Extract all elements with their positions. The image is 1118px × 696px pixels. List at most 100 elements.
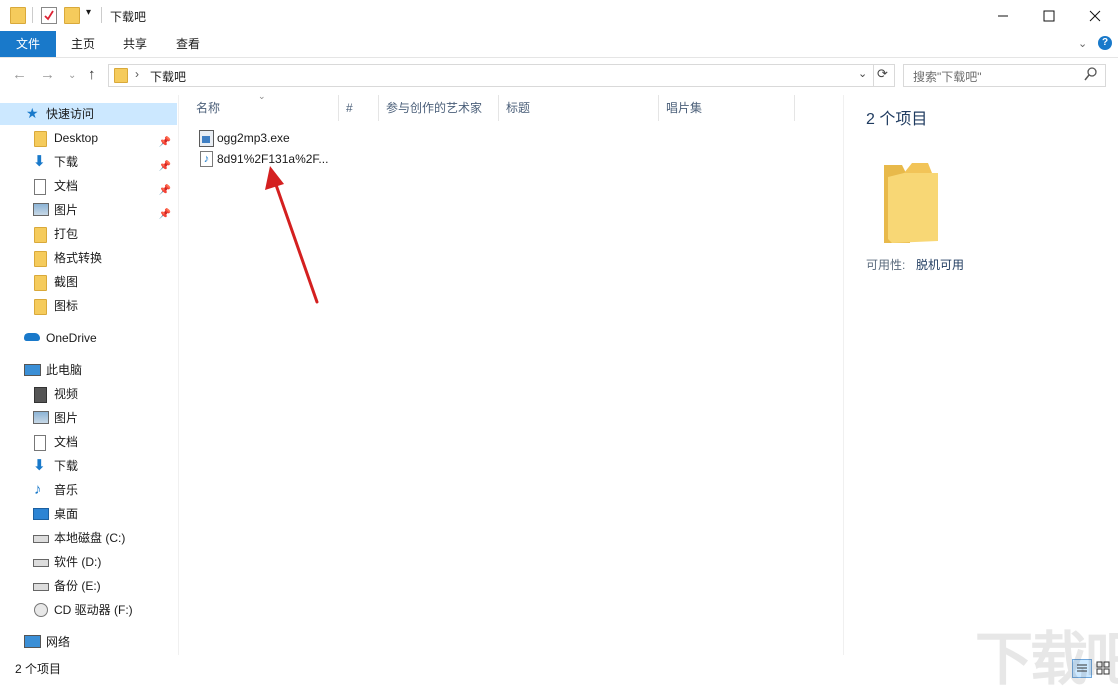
sidebar-item-label: 备份 (E:) — [54, 579, 101, 593]
refresh-icon[interactable]: ⟳ — [877, 66, 888, 82]
sidebar-item-folder[interactable]: 打包 — [0, 223, 177, 245]
video-icon — [34, 387, 47, 403]
forward-icon[interactable]: → — [40, 66, 55, 83]
column-divider[interactable] — [794, 95, 795, 121]
column-divider[interactable] — [658, 95, 659, 121]
recent-dropdown-icon[interactable]: ⌄ — [68, 70, 76, 81]
file-row-exe[interactable]: ogg2mp3.exe — [196, 128, 338, 148]
search-icon[interactable] — [1084, 66, 1098, 85]
up-icon[interactable]: ↑ — [88, 66, 96, 83]
expand-ribbon-icon[interactable]: ⌄ — [1078, 37, 1087, 50]
qat-dropdown-icon[interactable]: ▾ — [86, 7, 91, 18]
sidebar-item-drive-d[interactable]: 软件 (D:) — [0, 551, 177, 573]
tab-home[interactable]: 主页 — [60, 31, 106, 57]
folder-icon — [34, 251, 47, 267]
column-divider[interactable] — [378, 95, 379, 121]
picture-icon — [33, 411, 49, 424]
audio-file-icon: ♪ — [200, 151, 213, 167]
column-header-title[interactable]: 标题 — [506, 95, 530, 121]
sidebar-item-label: 格式转换 — [54, 251, 103, 265]
breadcrumb-current[interactable]: 下载吧 — [150, 68, 186, 85]
column-header-album[interactable]: 唱片集 — [666, 95, 702, 121]
sidebar-item-drive-f[interactable]: CD 驱动器 (F:) — [0, 599, 177, 621]
column-header-name[interactable]: 名称 — [196, 95, 220, 121]
sidebar-item-quick-access[interactable]: ★ 快速访问 — [0, 103, 177, 125]
folder-icon — [34, 131, 47, 147]
sidebar-item-label: Desktop — [54, 131, 99, 145]
sidebar-item-label: 图标 — [54, 299, 79, 313]
sidebar-item-downloads[interactable]: ⬇ 下载 — [0, 455, 177, 477]
column-divider[interactable] — [498, 95, 499, 121]
divider — [873, 65, 874, 86]
address-bar[interactable]: › 下载吧 ⌄ ⟳ — [108, 64, 895, 87]
window-title: 下载吧 — [110, 10, 147, 24]
sidebar-item-label: 下载 — [54, 155, 79, 169]
watermark: 下载吧 — [975, 625, 1118, 693]
sidebar-item-label: 网络 — [46, 635, 71, 649]
sidebar-item-documents[interactable]: 文档 — [0, 431, 177, 453]
column-header-number[interactable]: # — [346, 95, 353, 121]
column-header-artist[interactable]: 参与创作的艺术家 — [386, 95, 482, 121]
exe-icon — [199, 130, 214, 147]
sidebar-item-videos[interactable]: 视频 — [0, 383, 177, 405]
sidebar-item-downloads[interactable]: ⬇ 下载 📌 — [0, 151, 177, 173]
search-input[interactable]: 搜索"下载吧" — [913, 68, 982, 85]
search-box[interactable]: 搜索"下载吧" — [903, 64, 1106, 87]
sidebar-item-folder[interactable]: 图标 — [0, 295, 177, 317]
address-dropdown-icon[interactable]: ⌄ — [858, 67, 867, 80]
sidebar-item-pictures[interactable]: 图片 — [0, 407, 177, 429]
drive-icon — [33, 583, 49, 591]
sidebar-item-label: 图片 — [54, 203, 79, 217]
properties-icon[interactable] — [41, 7, 57, 24]
tab-share[interactable]: 共享 — [112, 31, 158, 57]
tab-file[interactable]: 文件 — [0, 31, 56, 57]
new-folder-icon[interactable] — [64, 7, 80, 24]
sidebar-item-label: 打包 — [54, 227, 79, 241]
sidebar-item-desktop[interactable]: 桌面 — [0, 503, 177, 525]
cloud-icon — [24, 333, 40, 341]
minimize-button[interactable] — [980, 0, 1026, 31]
file-name: ogg2mp3.exe — [217, 131, 290, 145]
download-icon: ⬇ — [33, 457, 46, 474]
sidebar-item-pictures[interactable]: 图片 📌 — [0, 199, 177, 221]
close-button[interactable] — [1072, 0, 1118, 31]
maximize-button[interactable] — [1026, 0, 1072, 31]
arrow-head — [265, 166, 284, 190]
sidebar-item-this-pc[interactable]: 此电脑 — [0, 359, 177, 381]
sidebar-item-drive-e[interactable]: 备份 (E:) — [0, 575, 177, 597]
help-icon[interactable]: ? — [1098, 36, 1112, 50]
sidebar-item-folder[interactable]: 格式转换 — [0, 247, 177, 269]
sidebar-item-label: 截图 — [54, 275, 79, 289]
sidebar-item-label: 下载 — [54, 459, 79, 473]
drive-icon — [33, 559, 49, 567]
folder-icon — [34, 275, 47, 291]
sidebar-item-label: 此电脑 — [46, 363, 83, 377]
sidebar-item-folder[interactable]: 截图 — [0, 271, 177, 293]
availability-label: 可用性: — [866, 258, 906, 272]
separator — [101, 7, 102, 23]
document-icon — [34, 179, 46, 195]
cd-drive-icon — [34, 603, 48, 617]
music-note-icon: ♪ — [34, 481, 42, 498]
sidebar-item-network[interactable]: 网络 — [0, 631, 177, 653]
desktop-icon — [33, 508, 49, 520]
availability-value: 脱机可用 — [916, 258, 965, 272]
back-icon[interactable]: ← — [12, 66, 27, 83]
sidebar-item-label: 快速访问 — [46, 107, 95, 121]
sidebar-item-documents[interactable]: 文档 📌 — [0, 175, 177, 197]
sidebar-item-label: 图片 — [54, 411, 79, 425]
sidebar-item-drive-c[interactable]: 本地磁盘 (C:) — [0, 527, 177, 549]
sidebar-item-label: 软件 (D:) — [54, 555, 102, 569]
column-divider[interactable] — [338, 95, 339, 121]
sidebar-item-onedrive[interactable]: OneDrive — [0, 327, 177, 349]
download-icon: ⬇ — [33, 153, 46, 170]
tab-view[interactable]: 查看 — [165, 31, 211, 57]
sidebar-item-label: CD 驱动器 (F:) — [54, 603, 133, 617]
folder-icon — [34, 299, 47, 315]
network-icon — [24, 635, 41, 648]
picture-icon — [33, 203, 49, 216]
sidebar-item-music[interactable]: ♪ 音乐 — [0, 479, 177, 501]
ribbon-tabs: 文件 主页 共享 查看 ⌄ ? — [0, 31, 1118, 58]
sidebar-item-desktop[interactable]: Desktop 📌 — [0, 127, 177, 149]
breadcrumb-chevron-icon: › — [135, 67, 139, 81]
